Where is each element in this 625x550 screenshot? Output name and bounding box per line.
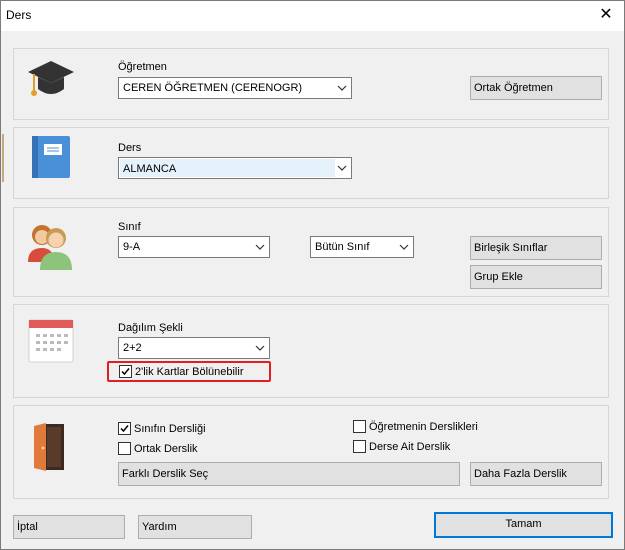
teacher-label: Öğretmen xyxy=(118,61,167,73)
class-scope-select[interactable]: Bütün Sınıf xyxy=(310,236,414,258)
shared-rooms-checkbox[interactable] xyxy=(118,442,131,455)
title-bar: Ders ✕ xyxy=(1,1,624,31)
select-other-room-button-label: Farklı Derslik Seç xyxy=(122,468,209,480)
distribution-select-value: 2+2 xyxy=(123,342,142,354)
window-title: Ders xyxy=(6,8,32,22)
subject-section: Ders ALMANCA xyxy=(2,127,609,199)
add-group-button-label: Grup Ekle xyxy=(474,271,523,283)
subject-rooms-checkbox[interactable] xyxy=(353,440,366,453)
checkmark-icon xyxy=(121,368,130,376)
subject-select[interactable]: ALMANCA xyxy=(118,157,352,179)
cancel-button[interactable]: İptal xyxy=(13,515,125,539)
more-rooms-button[interactable]: Daha Fazla Derslik xyxy=(470,462,602,486)
classroom-section: Sınıfın Dersliği Ortak Derslik Öğretmeni… xyxy=(13,405,609,499)
ok-button[interactable]: Tamam xyxy=(434,512,613,538)
students-icon xyxy=(28,225,72,270)
help-button[interactable]: Yardım xyxy=(138,515,252,539)
add-group-button[interactable]: Grup Ekle xyxy=(470,265,602,289)
class-scope-value: Bütün Sınıf xyxy=(315,241,370,253)
distribution-select[interactable]: 2+2 xyxy=(118,337,270,359)
split-cards-checkbox[interactable] xyxy=(119,365,132,378)
class-rooms-checkbox[interactable] xyxy=(118,422,131,435)
teacher-rooms-checkbox[interactable] xyxy=(353,420,366,433)
calendar-icon xyxy=(28,319,74,363)
subject-rooms-label: Derse Ait Derslik xyxy=(369,441,451,453)
book-icon xyxy=(32,136,70,178)
distribution-section: Dağılım Şekli 2+2 2'lik Kartlar Bölünebi… xyxy=(13,304,609,398)
shared-rooms-label: Ortak Derslik xyxy=(134,443,198,455)
chevron-down-icon xyxy=(399,244,409,250)
section-accent xyxy=(2,134,4,182)
teacher-select-value: CEREN ÖĞRETMEN (CERENOGR) xyxy=(123,82,303,94)
teacher-rooms-label: Öğretmenin Derslikleri xyxy=(369,421,478,433)
close-icon[interactable]: ✕ xyxy=(594,4,618,26)
dialog-window: Ders ✕ Öğretmen CEREN ÖĞRETMEN (CERENOGR… xyxy=(0,0,625,550)
graduation-cap-icon xyxy=(28,61,74,96)
subject-select-value: ALMANCA xyxy=(120,159,335,177)
select-other-room-button[interactable]: Farklı Derslik Seç xyxy=(118,462,460,486)
chevron-down-icon xyxy=(255,345,265,351)
merged-classes-button-label: Birleşik Sınıflar xyxy=(474,242,548,254)
subject-label: Ders xyxy=(118,142,142,154)
distribution-label: Dağılım Şekli xyxy=(118,322,183,334)
ok-button-label: Tamam xyxy=(505,518,542,530)
chevron-down-icon xyxy=(255,244,265,250)
merged-classes-button[interactable]: Birleşik Sınıflar xyxy=(470,236,602,260)
class-rooms-label: Sınıfın Dersliği xyxy=(134,423,206,435)
checkmark-icon xyxy=(120,425,129,433)
cancel-button-label: İptal xyxy=(17,521,38,533)
split-cards-label: 2'lik Kartlar Bölünebilir xyxy=(135,366,244,378)
chevron-down-icon xyxy=(337,85,347,91)
door-icon xyxy=(34,423,64,471)
class-label: Sınıf xyxy=(118,221,141,233)
chevron-down-icon xyxy=(337,165,347,171)
shared-teacher-button-label: Ortak Öğretmen xyxy=(474,82,553,94)
class-select[interactable]: 9-A xyxy=(118,236,270,258)
help-button-label: Yardım xyxy=(142,521,177,533)
class-select-value: 9-A xyxy=(123,241,141,253)
class-section: Sınıf 9-A Bütün Sınıf Birleşik Sınıflar … xyxy=(13,207,609,297)
more-rooms-button-label: Daha Fazla Derslik xyxy=(474,468,567,480)
shared-teacher-button[interactable]: Ortak Öğretmen xyxy=(470,76,602,100)
teacher-select[interactable]: CEREN ÖĞRETMEN (CERENOGR) xyxy=(118,77,352,99)
teacher-section: Öğretmen CEREN ÖĞRETMEN (CERENOGR) Ortak… xyxy=(13,48,609,120)
